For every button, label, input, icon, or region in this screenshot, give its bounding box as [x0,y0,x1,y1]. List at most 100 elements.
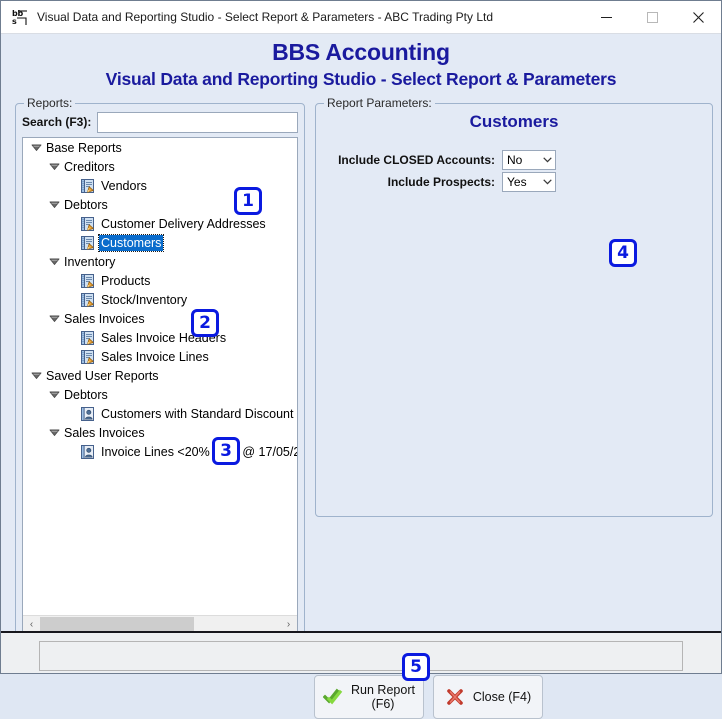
prospects-dropdown[interactable]: Yes [502,172,556,192]
annotation-badge-1: 1 [234,187,262,215]
tree-item-label: Sales Invoices [62,311,147,327]
expander-collapse-icon[interactable] [47,423,62,442]
tree-item-label: Base Reports [44,140,124,156]
tree-item-label: Debtors [62,387,110,403]
tree-item-creditors[interactable]: Creditors [23,157,297,176]
tree-item-inventory[interactable]: Inventory [23,252,297,271]
tree-item-label: Invoice Lines <20% (JS2 @ 17/05/202 [99,444,297,460]
expander-collapse-icon[interactable] [29,138,44,157]
tree-item-sales-invoices[interactable]: Sales Invoices [23,423,297,442]
tree-item-customers-with-standard-discount-j[interactable]: Customers with Standard Discount (J [23,404,297,423]
bbs-logo-icon: b b s [10,7,30,27]
main-content: Reports: Search (F3): Base Reports Credit… [1,90,721,631]
tree-item-label: Customers with Standard Discount (J [99,406,297,422]
application-window: b b s Visual Data and Reporting Studio -… [0,0,722,674]
maximize-button[interactable] [629,1,675,33]
search-input[interactable] [97,112,298,133]
selected-report-name: Customers [316,112,712,132]
run-report-line2: (F6) [372,697,395,711]
close-button[interactable]: Close (F4) [433,675,543,719]
expander-collapse-icon[interactable] [47,195,62,214]
expander-spacer [65,176,80,195]
tree-item-label: Sales Invoices [62,425,147,441]
tree-item-label: Creditors [62,159,117,175]
tree-item-sales-invoice-lines[interactable]: Sales Invoice Lines [23,347,297,366]
red-x-icon [445,687,465,707]
expander-collapse-icon[interactable] [29,366,44,385]
search-label: Search (F3): [22,115,91,129]
saved-report-icon [80,444,96,460]
param-row-prospects: Include Prospects: Yes [316,172,556,192]
tree-item-stock-inventory[interactable]: Stock/Inventory [23,290,297,309]
expander-collapse-icon[interactable] [47,385,62,404]
run-report-line1: Run Report [351,683,415,697]
expander-collapse-icon[interactable] [47,252,62,271]
tree-item-customers[interactable]: Customers [23,233,297,252]
expander-spacer [65,347,80,366]
run-report-button-label: Run Report (F6) [351,683,415,711]
annotation-badge-4: 4 [609,239,637,267]
closed-accounts-dropdown[interactable]: No [502,150,556,170]
annotation-badge-5: 5 [402,653,430,681]
expander-spacer [65,290,80,309]
svg-text:s: s [12,17,17,26]
tree-item-label: Customers [99,235,163,251]
window-controls [583,1,721,33]
tree-item-saved-user-reports[interactable]: Saved User Reports [23,366,297,385]
parameters-group-label: Report Parameters: [324,96,435,110]
report-parameters-group-box: Report Parameters: Customers Include CLO… [315,103,713,517]
report-icon [80,292,96,308]
status-bar [1,631,721,673]
prospects-value: Yes [503,175,539,189]
expander-collapse-icon[interactable] [47,309,62,328]
report-icon [80,216,96,232]
annotation-badge-3: 3 [212,437,240,465]
minimize-button[interactable] [583,1,629,33]
expander-collapse-icon[interactable] [47,157,62,176]
tree-item-label: Inventory [62,254,117,270]
expander-spacer [65,404,80,423]
report-icon [80,349,96,365]
svg-text:b: b [18,9,24,18]
status-bar-panel [39,641,683,671]
tree-item-sales-invoice-headers[interactable]: Sales Invoice Headers [23,328,297,347]
run-report-button[interactable]: Run Report (F6) [314,675,424,719]
tree-item-label: Debtors [62,197,110,213]
expander-spacer [65,328,80,347]
app-title: BBS Accounting [1,39,721,66]
title-bar: b b s Visual Data and Reporting Studio -… [1,1,721,34]
close-button-label: Close (F4) [473,690,531,704]
expander-spacer [65,442,80,461]
saved-report-icon [80,406,96,422]
tree-item-label: Customer Delivery Addresses [99,216,268,232]
param-label-closed-accounts: Include CLOSED Accounts: [338,153,495,167]
expander-spacer [65,233,80,252]
report-icon [80,235,96,251]
reports-group-box: Reports: Search (F3): Base ReportsCredit… [15,103,305,641]
tree-item-label: Stock/Inventory [99,292,189,308]
tree-item-customer-delivery-addresses[interactable]: Customer Delivery Addresses [23,214,297,233]
tree-item-base-reports[interactable]: Base Reports [23,138,297,157]
header-banner: BBS Accounting Visual Data and Reporting… [1,34,721,90]
chevron-down-icon [539,179,555,185]
report-icon [80,330,96,346]
param-row-closed-accounts: Include CLOSED Accounts: No [316,150,556,170]
close-window-button[interactable] [675,1,721,33]
tree-item-label: Sales Invoice Lines [99,349,211,365]
tree-item-label: Products [99,273,152,289]
tree-item-debtors[interactable]: Debtors [23,385,297,404]
report-icon [80,273,96,289]
reports-group-label: Reports: [24,96,75,110]
report-icon [80,178,96,194]
tree-item-label: Vendors [99,178,149,194]
tree-item-invoice-lines-20-js2-17-05-202[interactable]: Invoice Lines <20% (JS2 @ 17/05/202 [23,442,297,461]
expander-spacer [65,214,80,233]
chevron-down-icon [539,157,555,163]
window-title: Visual Data and Reporting Studio - Selec… [37,10,583,24]
green-check-icon [323,687,343,707]
annotation-badge-2: 2 [191,309,219,337]
tree-item-sales-invoices[interactable]: Sales Invoices [23,309,297,328]
tree-item-products[interactable]: Products [23,271,297,290]
tree-item-label: Saved User Reports [44,368,161,384]
expander-spacer [65,271,80,290]
